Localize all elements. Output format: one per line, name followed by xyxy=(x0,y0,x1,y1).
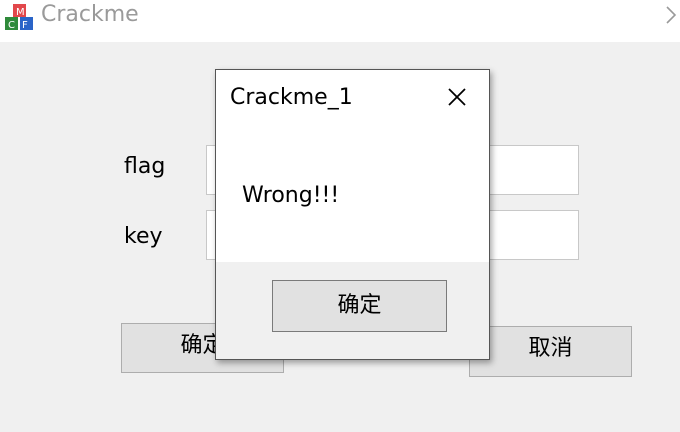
message-dialog: Crackme_1 Wrong!!! 确定 xyxy=(215,69,490,360)
dialog-body: Crackme_1 Wrong!!! xyxy=(216,70,489,262)
flag-label: flag xyxy=(124,154,166,179)
title-bar: M C F Crackme xyxy=(0,0,680,42)
svg-text:F: F xyxy=(22,20,28,31)
key-label: key xyxy=(124,224,163,249)
cancel-button[interactable]: 取消 xyxy=(469,326,632,377)
chevron-right-icon[interactable] xyxy=(664,4,678,26)
dialog-ok-button[interactable]: 确定 xyxy=(272,280,447,332)
close-icon[interactable] xyxy=(447,87,467,107)
dialog-title: Crackme_1 xyxy=(230,85,353,110)
svg-text:M: M xyxy=(16,7,25,18)
svg-text:C: C xyxy=(8,20,15,31)
dialog-message: Wrong!!! xyxy=(242,183,340,208)
window-title: Crackme xyxy=(41,2,139,27)
app-icon: M C F xyxy=(5,4,33,31)
